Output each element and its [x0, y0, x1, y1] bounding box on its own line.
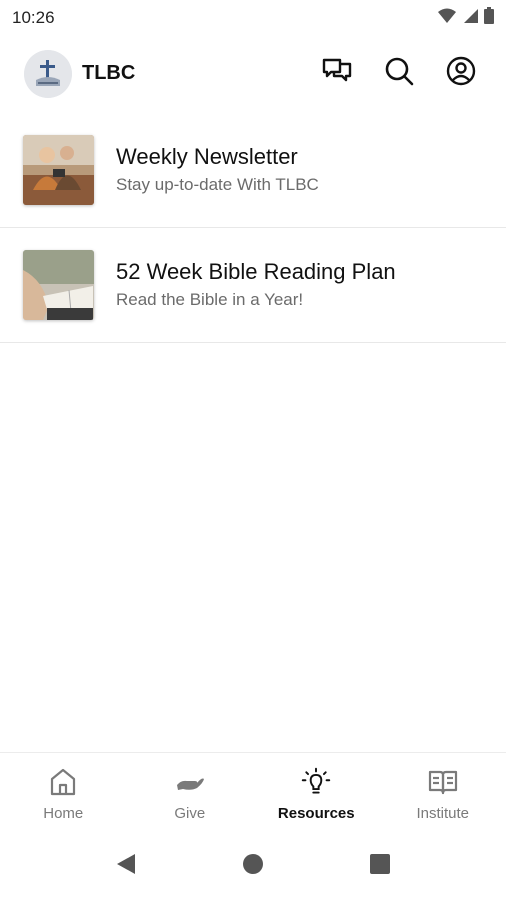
tab-resources[interactable]: Resources [253, 753, 380, 832]
signal-icon [462, 8, 478, 29]
resource-subtitle: Read the Bible in a Year! [116, 290, 304, 309]
profile-button[interactable] [446, 56, 476, 91]
system-home-button[interactable] [241, 853, 265, 880]
profile-icon [446, 56, 476, 91]
lightbulb-icon [301, 767, 331, 797]
chat-icon [322, 57, 352, 90]
home-icon [48, 767, 78, 797]
church-logo-avatar[interactable] [24, 50, 72, 98]
tab-institute[interactable]: Institute [380, 753, 506, 832]
newsletter-thumbnail [23, 135, 94, 205]
wifi-icon [438, 8, 456, 29]
back-icon [116, 853, 136, 880]
search-button[interactable] [384, 56, 414, 91]
system-recents-button[interactable] [368, 853, 392, 879]
header-actions [322, 56, 476, 91]
battery-icon [484, 7, 494, 29]
recents-icon [370, 853, 390, 879]
bottom-nav: Home Give Resources Institute [0, 752, 506, 832]
resource-item-weekly-newsletter[interactable]: Weekly Newsletter Stay up-to-date With T… [0, 113, 506, 228]
home-circle-icon [242, 853, 264, 880]
status-icons [438, 7, 494, 29]
tab-label: Home [43, 805, 84, 822]
resource-list: Weekly Newsletter Stay up-to-date With T… [0, 113, 506, 343]
give-hand-icon [175, 767, 205, 797]
system-back-button[interactable] [114, 853, 138, 880]
tab-give[interactable]: Give [127, 753, 254, 832]
resource-title: Weekly Newsletter [116, 144, 298, 169]
bible-plan-thumbnail [23, 250, 94, 320]
resource-subtitle: Stay up-to-date With TLBC [116, 175, 319, 194]
resource-title: 52 Week Bible Reading Plan [116, 259, 396, 284]
chat-button[interactable] [322, 58, 352, 88]
tab-home[interactable]: Home [0, 753, 127, 832]
book-icon [428, 767, 458, 797]
app-title: TLBC [82, 62, 136, 84]
system-nav [0, 832, 506, 900]
church-logo-icon [24, 50, 72, 98]
tab-label: Resources [277, 805, 355, 822]
tab-label: Give [174, 805, 206, 822]
status-bar: 10:26 [0, 0, 506, 36]
tab-label: Institute [416, 805, 470, 822]
search-icon [384, 56, 414, 91]
app-header: TLBC [0, 48, 506, 100]
resource-item-bible-reading-plan[interactable]: 52 Week Bible Reading Plan Read the Bibl… [0, 228, 506, 343]
status-time: 10:26 [12, 8, 55, 27]
